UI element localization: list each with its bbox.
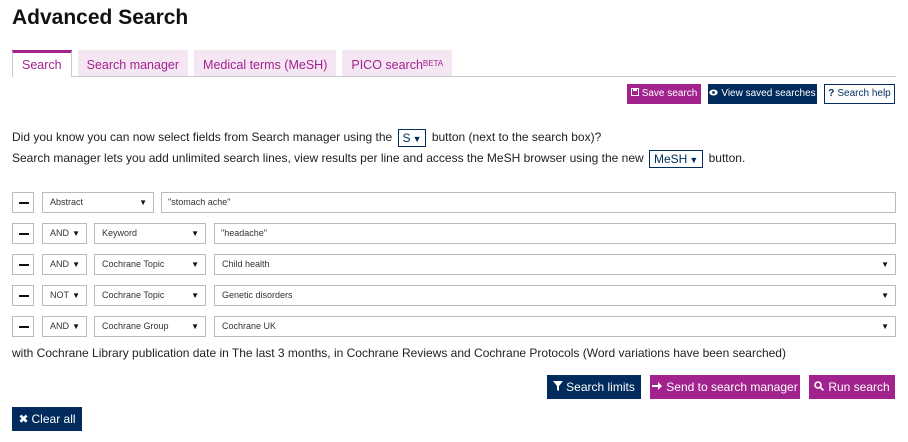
- question-icon: ?: [828, 88, 835, 99]
- topic-select[interactable]: Child health ▼: [214, 254, 896, 275]
- remove-line-button[interactable]: [12, 285, 34, 306]
- topic-select[interactable]: Genetic disorders ▼: [214, 285, 896, 306]
- caret-down-icon: ▼: [72, 229, 80, 238]
- caret-down-icon: ▼: [72, 322, 80, 331]
- field-select-value: Cochrane Topic: [102, 290, 165, 300]
- search-row-1: Abstract ▼ "stomach ache": [12, 192, 896, 213]
- send-to-search-manager-button[interactable]: Send to search manager: [650, 375, 800, 399]
- field-select-value: Cochrane Topic: [102, 259, 165, 269]
- operator-select-value: NOT: [50, 290, 69, 300]
- field-select[interactable]: Abstract ▼: [42, 192, 154, 213]
- topic-select-value: Child health: [222, 259, 270, 269]
- field-select-value: Abstract: [50, 197, 84, 207]
- operator-select-value: AND: [50, 228, 70, 238]
- search-row-4: NOT ▼ Cochrane Topic ▼ Genetic disorders…: [12, 285, 896, 306]
- search-term-value: "stomach ache": [168, 197, 231, 207]
- search-term-input[interactable]: "stomach ache": [161, 192, 896, 213]
- search-term-value: "headache": [221, 228, 267, 238]
- caret-down-icon: ▼: [412, 133, 422, 144]
- field-select[interactable]: Cochrane Group ▼: [94, 316, 206, 337]
- search-tabs: Search Search manager Medical terms (MeS…: [12, 50, 458, 77]
- caret-down-icon: ▼: [191, 322, 199, 331]
- view-saved-searches-button[interactable]: View saved searches: [708, 84, 817, 104]
- remove-line-button[interactable]: [12, 254, 34, 275]
- info-line-2: Search manager lets you add unlimited se…: [12, 149, 745, 168]
- field-select-s-button[interactable]: S ▼: [397, 128, 427, 147]
- clear-all-button[interactable]: ✖ Clear all: [12, 407, 82, 431]
- eye-icon: [709, 84, 719, 104]
- beta-badge: BETA: [422, 59, 444, 68]
- search-row-3: AND ▼ Cochrane Topic ▼ Child health ▼: [12, 254, 896, 275]
- operator-select[interactable]: AND ▼: [42, 316, 87, 337]
- caret-down-icon: ▼: [881, 291, 889, 300]
- save-search-label: Save search: [641, 88, 698, 99]
- floppy-disk-icon: [630, 84, 639, 104]
- operator-select[interactable]: NOT ▼: [42, 285, 87, 306]
- search-row-2: AND ▼ Keyword ▼ "headache": [12, 223, 896, 244]
- tab-search-manager-label: Search manager: [86, 58, 180, 72]
- field-select-value: Cochrane Group: [102, 321, 169, 331]
- search-limits-label: Search limits: [566, 380, 635, 394]
- caret-down-icon: ▼: [191, 291, 199, 300]
- operator-select[interactable]: AND ▼: [42, 254, 87, 275]
- caret-down-icon: ▼: [881, 260, 889, 269]
- caret-down-icon: ▼: [881, 322, 889, 331]
- topic-select-value: Genetic disorders: [222, 290, 293, 300]
- remove-line-button[interactable]: [12, 223, 34, 244]
- tab-search-manager[interactable]: Search manager: [77, 50, 189, 76]
- run-search-button[interactable]: Run search: [809, 375, 895, 399]
- tab-divider: [12, 76, 896, 77]
- caret-down-icon: ▼: [191, 229, 199, 238]
- field-select[interactable]: Cochrane Topic ▼: [94, 254, 206, 275]
- info-line-1: Did you know you can now select fields f…: [12, 128, 601, 147]
- caret-down-icon: ▼: [191, 260, 199, 269]
- s-button-label: S: [402, 130, 411, 145]
- search-row-5: AND ▼ Cochrane Group ▼ Cochrane UK ▼: [12, 316, 896, 337]
- info-line-1-text: Did you know you can now select fields f…: [12, 130, 393, 144]
- operator-select[interactable]: AND ▼: [42, 223, 87, 244]
- caret-down-icon: ▼: [72, 260, 80, 269]
- remove-line-button[interactable]: [12, 316, 34, 337]
- mesh-button-label: MeSH: [654, 151, 688, 166]
- filter-icon: [553, 375, 564, 399]
- operator-select-value: AND: [50, 259, 70, 269]
- close-icon: ✖: [18, 412, 29, 426]
- arrow-right-icon: [652, 375, 663, 399]
- send-to-search-manager-label: Send to search manager: [666, 380, 798, 394]
- operator-select-value: AND: [50, 321, 70, 331]
- group-select[interactable]: Cochrane UK ▼: [214, 316, 896, 337]
- tab-medical-terms[interactable]: Medical terms (MeSH): [194, 50, 337, 76]
- tab-search-label: Search: [22, 58, 62, 72]
- caret-down-icon: ▼: [689, 154, 699, 165]
- save-search-button[interactable]: Save search: [627, 84, 701, 104]
- search-limits-button[interactable]: Search limits: [547, 375, 641, 399]
- search-icon: [814, 375, 825, 399]
- field-select[interactable]: Keyword ▼: [94, 223, 206, 244]
- mesh-button[interactable]: MeSH ▼: [649, 149, 704, 168]
- tab-search[interactable]: Search: [12, 50, 72, 77]
- caret-down-icon: ▼: [139, 198, 147, 207]
- tab-pico-search[interactable]: PICO searchBETA: [342, 50, 453, 76]
- search-term-input[interactable]: "headache": [214, 223, 896, 244]
- page-title: Advanced Search: [12, 6, 189, 29]
- group-select-value: Cochrane UK: [222, 321, 277, 331]
- run-search-label: Run search: [828, 380, 890, 394]
- info-line-1-suffix: button (next to the search box)?: [431, 130, 602, 144]
- info-line-2-text: Search manager lets you add unlimited se…: [12, 151, 644, 165]
- tab-pico-search-label: PICO search: [351, 58, 423, 72]
- view-saved-searches-label: View saved searches: [721, 88, 816, 99]
- search-help-label: Search help: [837, 88, 891, 99]
- clear-all-label: Clear all: [31, 412, 76, 426]
- info-line-2-suffix: button.: [708, 151, 746, 165]
- tab-medical-terms-label: Medical terms (MeSH): [203, 58, 328, 72]
- caret-down-icon: ▼: [72, 291, 80, 300]
- search-limits-summary: with Cochrane Library publication date i…: [12, 346, 786, 360]
- field-select-value: Keyword: [102, 228, 138, 238]
- remove-line-button[interactable]: [12, 192, 34, 213]
- field-select[interactable]: Cochrane Topic ▼: [94, 285, 206, 306]
- search-help-button[interactable]: ? Search help: [824, 84, 895, 104]
